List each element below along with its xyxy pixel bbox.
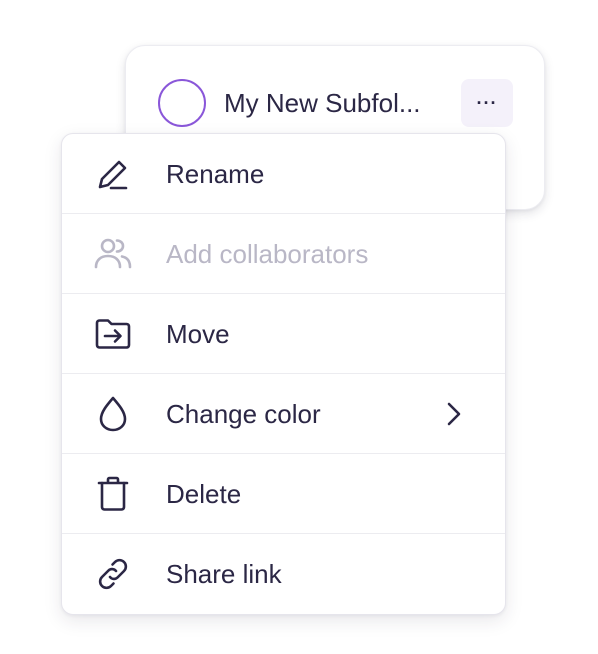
menu-item-add-collaborators[interactable]: Add collaborators — [62, 214, 505, 294]
menu-item-delete[interactable]: Delete — [62, 454, 505, 534]
menu-item-label: Share link — [166, 559, 282, 589]
menu-item-move[interactable]: Move — [62, 294, 505, 374]
trash-icon — [93, 474, 133, 514]
droplet-icon — [93, 394, 133, 434]
link-icon — [93, 554, 133, 594]
menu-item-label: Change color — [166, 398, 321, 429]
menu-item-label: Move — [166, 318, 230, 349]
menu-item-label: Delete — [166, 478, 242, 509]
more-options-button[interactable]: ··· — [461, 79, 513, 127]
chevron-right-icon — [443, 401, 465, 427]
folder-name[interactable]: My New Subfol... — [224, 87, 442, 119]
users-icon — [93, 234, 133, 274]
menu-item-share-link[interactable]: Share link — [62, 534, 505, 614]
pencil-icon — [93, 154, 133, 194]
menu-item-change-color[interactable]: Change color — [62, 374, 505, 454]
folder-move-icon — [93, 314, 133, 354]
menu-item-label: Rename — [166, 158, 265, 189]
more-options-label: ··· — [476, 93, 498, 113]
circle-outline-icon — [158, 79, 206, 127]
context-menu: Rename Add collaborators Move Change col… — [61, 133, 506, 615]
menu-item-label: Add collaborators — [166, 238, 369, 269]
menu-item-rename[interactable]: Rename — [62, 134, 505, 214]
